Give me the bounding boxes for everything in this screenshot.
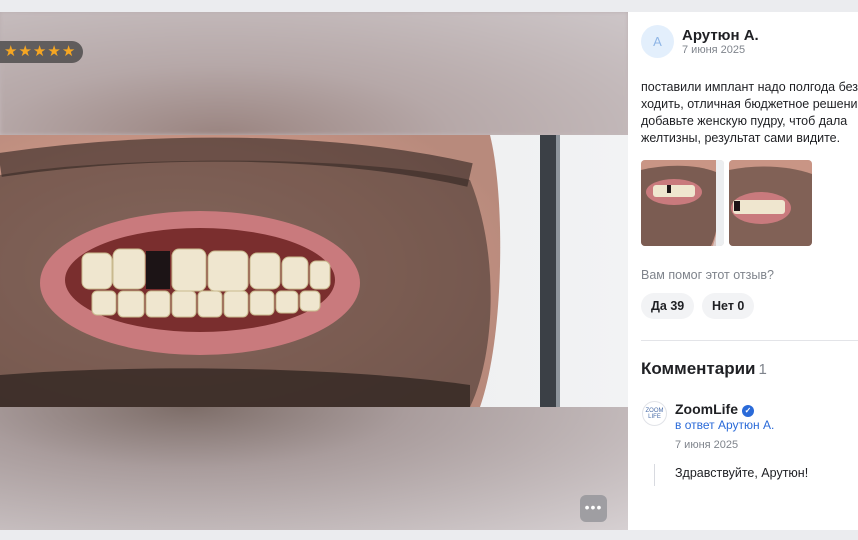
more-horizontal-icon: •••: [584, 499, 603, 515]
review-photo[interactable]: [0, 135, 628, 407]
blurred-background-bottom: [0, 407, 628, 530]
more-options-button[interactable]: •••: [580, 495, 607, 522]
star-rating: ★ ★ ★ ★ ★: [0, 41, 84, 63]
comments-count: 1: [758, 361, 767, 378]
comment-author-name: ZoomLife: [675, 401, 738, 417]
comment-date: 7 июня 2025: [675, 439, 739, 451]
star-icon: ★: [47, 43, 61, 60]
avatar[interactable]: А: [641, 25, 674, 58]
brand-logo[interactable]: ZOOM LIFE: [642, 401, 667, 426]
reply-to-link[interactable]: в ответ Арутюн А.: [675, 418, 774, 432]
review-author[interactable]: Арутюн А.: [682, 27, 759, 44]
reply-thread-line: [654, 464, 655, 486]
review-thumbnail-1[interactable]: [641, 160, 724, 246]
comments-title: Комментарии: [641, 359, 756, 378]
vote-yes-button[interactable]: Да 39: [641, 293, 695, 319]
comment-author[interactable]: ZoomLife ✓: [675, 401, 754, 417]
star-icon: ★: [18, 43, 32, 60]
comment-text: Здравствуйте, Арутюн!: [675, 466, 809, 480]
verified-check-icon: ✓: [742, 405, 754, 417]
comments-heading: Комментарии 1: [641, 359, 767, 379]
photo-viewer: ★ ★ ★ ★ ★ •••: [0, 12, 628, 530]
vote-no-button[interactable]: Нет 0: [702, 293, 755, 319]
review-thumbnail-2[interactable]: [729, 160, 812, 246]
star-icon: ★: [61, 43, 76, 60]
star-icon: ★: [32, 43, 47, 60]
divider: [641, 340, 858, 341]
helpful-question: Вам помог этот отзыв?: [641, 268, 774, 282]
review-panel: А Арутюн А. 7 июня 2025 поставили имплан…: [628, 12, 858, 530]
star-icon: ★: [4, 43, 18, 60]
review-text: поставили имплант надо полгода без ходит…: [641, 80, 858, 145]
blurred-background-top: [0, 12, 628, 135]
review-date: 7 июня 2025: [682, 44, 746, 56]
